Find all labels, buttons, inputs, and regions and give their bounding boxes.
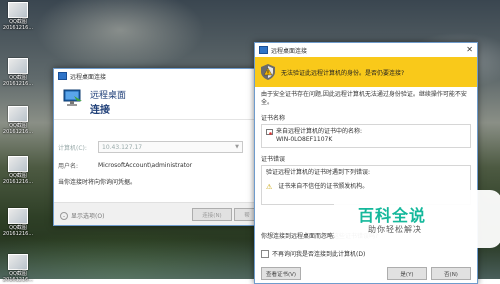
desktop-icon-label: QQ截图20161216...: [2, 75, 34, 87]
warning-banner-text: 无法验证此远程计算机的身份。是否仍要连接?: [281, 69, 405, 77]
cert-name-title: 证书名称: [261, 115, 286, 122]
dont-ask-label: 不再询问我是否连接到此计算机(D): [272, 251, 366, 258]
computer-label: 计算机(C):: [58, 144, 87, 152]
sec-titlebar[interactable]: 远程桌面连接: [255, 43, 477, 57]
rdc-header: 远程桌面 连接: [54, 83, 264, 120]
cert-name-line1: 来自远程计算机的证书中的名称:: [276, 128, 363, 135]
rdc-app-icon: [58, 72, 67, 80]
desktop-icon-label: QQ截图20161216...: [2, 19, 34, 31]
computer-combobox[interactable]: 10.43.127.17 ▼: [98, 141, 243, 153]
sec-window-title: 远程桌面连接: [271, 47, 308, 55]
watermark-logo: 百科全说 助你轻松解决: [328, 190, 500, 250]
chevron-down-circle-icon: ⌄: [60, 211, 68, 220]
cert-name-box: 来自远程计算机的证书中的名称: WIN-0LO8EF1107K: [261, 124, 471, 148]
screenshot-file-icon: [8, 2, 28, 18]
remote-desktop-window: 远程桌面连接 远程桌面 连接 计算机(C): 10.43.127.17 ▼ 用户…: [53, 68, 265, 226]
checkbox-box[interactable]: [261, 249, 269, 258]
desktop-icon-3[interactable]: QQ截图20161216...: [1, 106, 35, 135]
screenshot-file-icon: [8, 208, 28, 224]
cert-errors-title: 证书错误: [261, 156, 286, 163]
desktop-icon-label: QQ截图20161216...: [2, 173, 34, 185]
dont-ask-checkbox[interactable]: 不再询问我是否连接到此计算机(D): [261, 249, 365, 258]
desktop-icon-label: QQ截图20161216...: [2, 271, 34, 283]
desktop-icon-label: QQ截图20161216...: [2, 123, 34, 135]
intro-text: 由于安全证书存在问题,因此远程计算机无法通过身份验证。继续操作可能不安全。: [261, 91, 467, 106]
rdc-info-text: 当你连接时将向你询问凭据。: [58, 179, 137, 186]
shield-warning-icon: [261, 64, 275, 80]
rdc-heading-line2: 连接: [90, 105, 110, 116]
warning-triangle-icon: ⚠: [266, 183, 273, 191]
screenshot-file-icon: [8, 58, 28, 74]
user-label: 用户名:: [58, 163, 79, 170]
no-button[interactable]: 否(N): [431, 267, 471, 280]
watermark-subtitle: 助你轻松解决: [368, 225, 422, 234]
user-value: MicrosoftAccount\administrator: [98, 162, 193, 169]
rdc-app-icon: [259, 46, 268, 54]
monitor-icon: [63, 89, 82, 106]
cert-errors-line1: 验证远程计算机的证书时遇到下列错误:: [266, 169, 371, 176]
desktop-icon-label: QQ截图20161216...: [2, 225, 34, 237]
computer-row: 计算机(C): 10.43.127.17 ▼: [58, 141, 243, 153]
desktop-icon-4[interactable]: QQ截图20161216...: [1, 156, 35, 185]
view-certificate-button[interactable]: 查看证书(V): [261, 267, 301, 280]
desktop-icon-2[interactable]: QQ截图20161216...: [1, 58, 35, 87]
screenshot-file-icon: [8, 254, 28, 270]
rdc-heading-line1: 远程桌面: [90, 91, 127, 101]
user-row: 用户名: MicrosoftAccount\administrator: [58, 161, 192, 170]
watermark-title: 百科全说: [358, 206, 427, 225]
show-options-label: 显示选项(O): [71, 213, 105, 220]
computer-value: 10.43.127.17: [102, 143, 143, 151]
connect-button[interactable]: 连接(N): [192, 208, 232, 221]
screenshot-file-icon: [8, 156, 28, 172]
cert-name-value: WIN-0LO8EF1107K: [276, 136, 333, 143]
close-icon[interactable]: ✕: [466, 45, 473, 54]
rdc-footer: ⌄ 显示选项(O) 连接(N) 帮: [54, 202, 264, 225]
desktop-icon-1[interactable]: QQ截图20161216...: [1, 2, 35, 31]
chevron-down-icon[interactable]: ▼: [235, 144, 239, 150]
yes-button[interactable]: 是(Y): [387, 267, 427, 280]
certificate-icon: [266, 128, 273, 135]
show-options-toggle[interactable]: ⌄ 显示选项(O): [60, 211, 104, 220]
rdc-window-title: 远程桌面连接: [70, 73, 107, 81]
screenshot-file-icon: [8, 106, 28, 122]
desktop-icon-5[interactable]: QQ截图20161216...: [1, 208, 35, 237]
warning-banner: 无法验证此远程计算机的身份。是否仍要连接?: [255, 57, 477, 87]
rdc-titlebar[interactable]: 远程桌面连接: [54, 69, 264, 83]
